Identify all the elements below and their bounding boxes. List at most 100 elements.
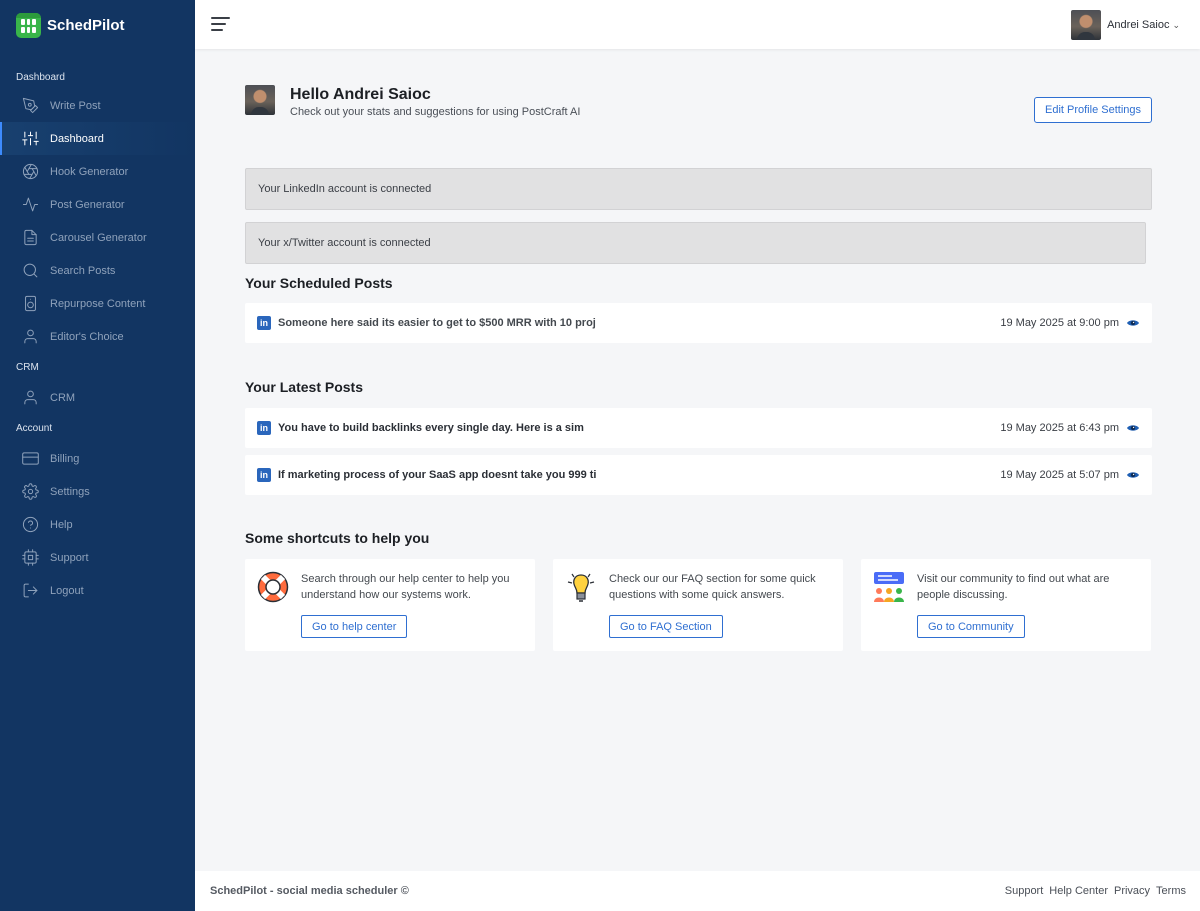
sidebar: SchedPilot Dashboard Write Post Dashboar… (0, 0, 195, 911)
footer-link-support[interactable]: Support (1005, 885, 1044, 897)
chevron-down-icon: ⌄ (1172, 19, 1180, 30)
help-icon (21, 516, 39, 534)
brand-name: SchedPilot (47, 16, 125, 34)
user-name: Andrei Saioc (1107, 19, 1170, 31)
avatar (245, 85, 275, 115)
sidebar-item-label: Help (50, 518, 73, 531)
sidebar-item-label: CRM (50, 391, 76, 404)
sidebar-item-label: Logout (50, 584, 84, 597)
sidebar-item-label: Carousel Generator (50, 231, 147, 244)
aperture-icon (21, 163, 39, 181)
shortcut-card-community: Visit our community to find out what are… (861, 559, 1151, 651)
brand[interactable]: SchedPilot (0, 0, 195, 50)
lifebuoy-icon (256, 570, 290, 604)
credit-card-icon (21, 450, 39, 468)
edit-profile-settings-button[interactable]: Edit Profile Settings (1034, 97, 1152, 123)
sidebar-item-label: Hook Generator (50, 165, 129, 178)
sidebar-item-settings[interactable]: Settings (0, 475, 195, 508)
post-date: 19 May 2025 at 9:00 pm (1000, 317, 1119, 329)
latest-posts-heading: Your Latest Posts (245, 379, 363, 395)
sidebar-item-logout[interactable]: Logout (0, 574, 195, 607)
sidebar-item-label: Support (50, 551, 89, 564)
linkedin-connected-notice: Your LinkedIn account is connected (245, 168, 1152, 210)
sidebar-item-repurpose-content[interactable]: Repurpose Content (0, 287, 195, 320)
sidebar-item-post-generator[interactable]: Post Generator (0, 188, 195, 221)
gear-icon (21, 483, 39, 501)
sliders-icon (21, 130, 39, 148)
latest-post-row[interactable]: in You have to build backlinks every sin… (245, 408, 1152, 448)
shortcut-text: Search through our help center to help y… (301, 573, 510, 601)
activity-icon (21, 196, 39, 214)
sidebar-item-write-post[interactable]: Write Post (0, 89, 195, 122)
top-bar: Andrei Saioc ⌄ (195, 0, 1200, 49)
sidebar-item-search-posts[interactable]: Search Posts (0, 254, 195, 287)
footer-link-help-center[interactable]: Help Center (1049, 885, 1108, 897)
user-icon (21, 389, 39, 407)
go-to-help-center-button[interactable]: Go to help center (301, 615, 408, 638)
avatar (1071, 10, 1102, 40)
scheduled-posts-heading: Your Scheduled Posts (245, 275, 393, 291)
linkedin-icon: in (257, 468, 271, 482)
document-icon (21, 229, 39, 247)
footer-copyright: SchedPilot - social media scheduler © (210, 885, 409, 897)
section-label-account: Account (16, 423, 53, 434)
sidebar-item-label: Repurpose Content (50, 297, 146, 310)
section-label-crm: CRM (16, 362, 39, 373)
community-icon (872, 570, 906, 604)
calendar-logo-icon (16, 12, 41, 38)
latest-post-row[interactable]: in If marketing process of your SaaS app… (245, 455, 1152, 495)
search-icon (21, 262, 39, 280)
cpu-icon (21, 549, 39, 567)
shortcut-card-help-center: Search through our help center to help y… (245, 559, 535, 651)
eye-icon[interactable] (1126, 470, 1140, 480)
post-date: 19 May 2025 at 5:07 pm (1000, 469, 1119, 481)
logout-icon (21, 582, 39, 600)
sidebar-item-billing[interactable]: Billing (0, 442, 195, 475)
linkedin-icon: in (257, 316, 271, 330)
section-label-dashboard: Dashboard (16, 72, 65, 83)
sidebar-item-label: Post Generator (50, 198, 125, 211)
user-menu[interactable]: Andrei Saioc ⌄ (1071, 10, 1180, 40)
sidebar-item-hook-generator[interactable]: Hook Generator (0, 155, 195, 188)
sidebar-item-label: Search Posts (50, 264, 116, 277)
post-text: If marketing process of your SaaS app do… (278, 469, 597, 481)
sidebar-item-label: Billing (50, 452, 80, 465)
hamburger-menu-icon[interactable] (211, 17, 230, 32)
scheduled-post-row[interactable]: in Someone here said its easier to get t… (245, 303, 1152, 343)
main-content: Hello Andrei Saioc Check out your stats … (195, 49, 1200, 871)
user-icon (21, 328, 39, 346)
sidebar-item-carousel-generator[interactable]: Carousel Generator (0, 221, 195, 254)
post-date: 19 May 2025 at 6:43 pm (1000, 422, 1119, 434)
eye-icon[interactable] (1126, 318, 1140, 328)
post-text: You have to build backlinks every single… (278, 422, 584, 434)
shortcut-text: Visit our community to find out what are… (917, 573, 1110, 601)
page-subtitle: Check out your stats and suggestions for… (290, 106, 581, 118)
page-title: Hello Andrei Saioc (290, 86, 431, 103)
sidebar-item-help[interactable]: Help (0, 508, 195, 541)
linkedin-icon: in (257, 421, 271, 435)
shortcut-text: Check our our FAQ section for some quick… (609, 573, 816, 601)
sidebar-item-editors-choice[interactable]: Editor's Choice (0, 320, 195, 353)
sidebar-item-label: Write Post (50, 99, 101, 112)
sidebar-item-support[interactable]: Support (0, 541, 195, 574)
post-text: Someone here said its easier to get to $… (278, 317, 596, 329)
go-to-faq-section-button[interactable]: Go to FAQ Section (609, 615, 723, 638)
greeting: Hello Andrei Saioc Check out your stats … (245, 85, 580, 118)
sidebar-item-label: Editor's Choice (50, 330, 124, 343)
sidebar-item-crm[interactable]: CRM (0, 381, 195, 414)
go-to-community-button[interactable]: Go to Community (917, 615, 1025, 638)
footer-links: Support Help Center Privacy Terms (1005, 885, 1186, 897)
lightbulb-icon (564, 570, 598, 604)
footer-link-privacy[interactable]: Privacy (1114, 885, 1150, 897)
recycle-icon (21, 295, 39, 313)
footer-link-terms[interactable]: Terms (1156, 885, 1186, 897)
shortcut-card-faq: Check our our FAQ section for some quick… (553, 559, 843, 651)
shortcuts-heading: Some shortcuts to help you (245, 530, 430, 546)
sidebar-item-label: Dashboard (50, 132, 104, 145)
pen-icon (21, 97, 39, 115)
footer: SchedPilot - social media scheduler © Su… (195, 871, 1200, 911)
sidebar-item-label: Settings (50, 485, 90, 498)
eye-icon[interactable] (1126, 423, 1140, 433)
twitter-connected-notice: Your x/Twitter account is connected (245, 222, 1146, 264)
sidebar-item-dashboard[interactable]: Dashboard (0, 122, 195, 155)
